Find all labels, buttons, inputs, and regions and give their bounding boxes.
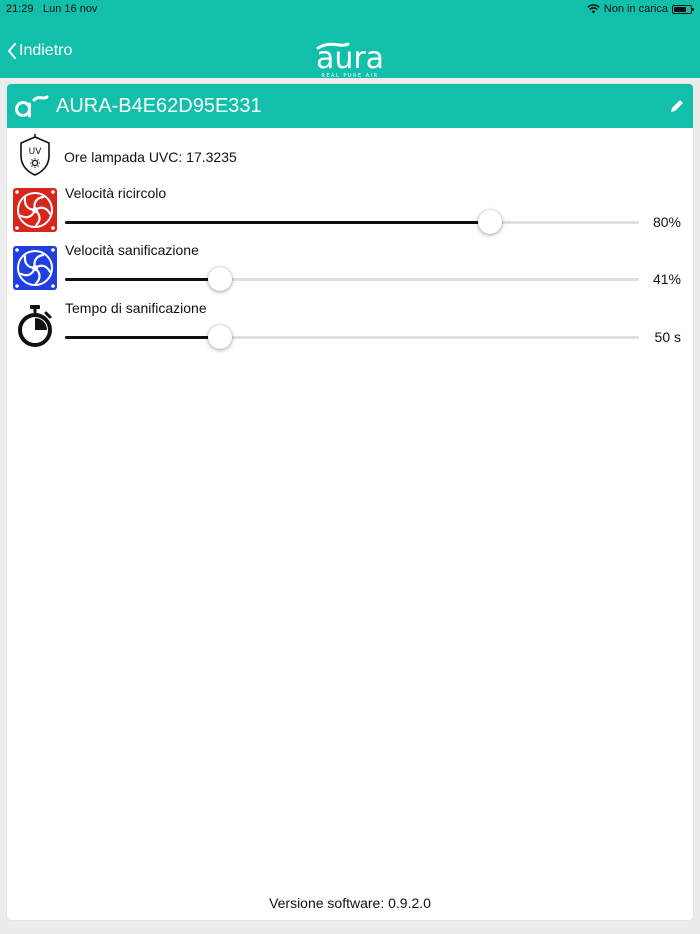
- device-name: AURA-B4E62D95E331: [56, 95, 262, 117]
- back-button[interactable]: Indietro: [7, 42, 72, 60]
- software-version: Versione software: 0.9.2.0: [269, 895, 431, 911]
- fan-red-icon: [13, 188, 57, 232]
- uv-shield-icon: UV: [20, 134, 50, 176]
- recirculation-value: 80%: [652, 214, 681, 230]
- recirculation-label: Velocità ricircolo: [65, 185, 167, 201]
- fan-blue-icon: [13, 246, 57, 290]
- svg-text:REAL PURE AIR: REAL PURE AIR: [321, 73, 378, 79]
- sanitisation-speed-value: 41%: [652, 271, 681, 287]
- svg-text:aura: aura: [316, 41, 384, 76]
- aura-mini-logo-icon: [15, 95, 49, 118]
- slider-fill: [65, 278, 220, 281]
- sanitisation-time-label: Tempo di sanificazione: [65, 300, 207, 316]
- slider-thumb[interactable]: [207, 267, 232, 291]
- edit-icon[interactable]: [669, 98, 685, 114]
- battery-icon: [672, 4, 694, 14]
- recirculation-slider[interactable]: [65, 210, 639, 234]
- device-card: AURA-B4E62D95E331 UV Ore lampada UVC: 17…: [7, 84, 693, 920]
- slider-fill: [65, 221, 490, 224]
- status-bar: 21:29 Lun 16 nov Non in carica: [0, 0, 700, 18]
- wifi-icon: [587, 4, 600, 14]
- sanitisation-time-value: 50 s: [654, 329, 681, 345]
- device-header: AURA-B4E62D95E331: [7, 84, 693, 128]
- aura-logo: aura REAL PURE AIR: [316, 41, 384, 79]
- stopwatch-icon: [18, 305, 52, 347]
- status-time: 21:29: [6, 3, 34, 15]
- uvc-lamp-hours: Ore lampada UVC: 17.3235: [64, 149, 237, 165]
- sanitisation-speed-slider[interactable]: [65, 267, 639, 291]
- sanitisation-speed-label: Velocità sanificazione: [65, 242, 199, 258]
- svg-text:UV: UV: [29, 147, 43, 157]
- back-label: Indietro: [19, 42, 73, 59]
- status-right: Non in carica: [587, 3, 694, 15]
- nav-bar: Indietro aura REAL PURE AIR: [0, 18, 700, 79]
- sanitisation-time-slider[interactable]: [65, 325, 639, 349]
- status-date: Lun 16 nov: [43, 3, 98, 15]
- chevron-left-icon: [8, 43, 16, 59]
- slider-fill: [65, 336, 220, 339]
- charging-status: Non in carica: [603, 3, 668, 15]
- slider-thumb[interactable]: [207, 325, 232, 349]
- slider-thumb[interactable]: [477, 210, 502, 234]
